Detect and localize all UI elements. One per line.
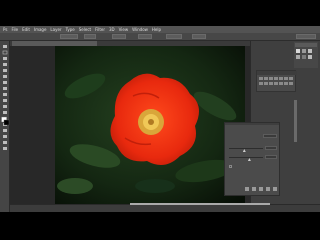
flower-photo (55, 46, 245, 204)
swatch-icon[interactable] (279, 77, 283, 80)
crop-icon[interactable] (3, 69, 7, 72)
swatch-icon[interactable] (289, 77, 293, 80)
stamp-icon[interactable] (3, 93, 7, 96)
menu-type[interactable]: Type (66, 26, 75, 33)
properties-panel (224, 122, 280, 196)
swatch-icon[interactable] (296, 55, 300, 59)
tools-icons (1, 45, 10, 150)
option-button[interactable] (84, 34, 96, 39)
swatch-icon[interactable] (259, 82, 263, 85)
option-button[interactable] (112, 34, 126, 39)
marquee-icon[interactable] (2, 50, 8, 55)
top-letterbox (0, 0, 320, 26)
menu-help[interactable]: Help (152, 26, 161, 33)
slider-value-field[interactable] (265, 146, 277, 150)
swatch-icon[interactable] (284, 82, 288, 85)
delete-icon[interactable] (273, 187, 277, 191)
quick-select-icon[interactable] (3, 63, 7, 66)
checkbox[interactable] (229, 165, 232, 168)
option-button[interactable] (138, 34, 152, 39)
eyedropper-icon[interactable] (3, 75, 7, 78)
path-select-icon[interactable] (3, 141, 7, 144)
eraser-icon[interactable] (3, 105, 7, 108)
option-button[interactable] (60, 34, 78, 39)
option-button[interactable] (166, 34, 182, 39)
panel-scrollbar[interactable] (294, 100, 297, 142)
background-color-swatch[interactable] (3, 119, 10, 126)
swatch-icon[interactable] (308, 49, 312, 53)
menu-select[interactable]: Select (79, 26, 91, 33)
options-bar (0, 33, 320, 41)
menu-window[interactable]: Window (132, 26, 148, 33)
swatch-icon[interactable] (259, 77, 263, 80)
pen-icon[interactable] (3, 129, 7, 132)
panel-footer-icons (245, 187, 277, 191)
swatch-icon[interactable] (264, 77, 268, 80)
adjustment-slider-handle[interactable] (242, 149, 246, 152)
preset-dropdown[interactable] (263, 134, 277, 138)
history-brush-icon[interactable] (3, 99, 7, 102)
swatch-icon[interactable] (289, 82, 293, 85)
menu-file[interactable]: File (11, 26, 18, 33)
menu-filter[interactable]: Filter (95, 26, 105, 33)
video-progress-bar[interactable] (130, 203, 270, 205)
swatch-icon[interactable] (269, 77, 273, 80)
swatch-icon[interactable] (279, 82, 283, 85)
adjustment-slider-track (229, 148, 263, 149)
photoshop-window: Ps File Edit Image Layer Type Select Fil… (0, 26, 320, 212)
workspace-switcher[interactable] (296, 34, 316, 39)
bottom-letterbox (0, 212, 320, 240)
menu-ps-logo[interactable]: Ps (3, 26, 7, 33)
adjustment-slider-handle[interactable] (247, 158, 251, 161)
brush-icon[interactable] (3, 87, 7, 90)
menu-3d[interactable]: 3D (109, 26, 115, 33)
swatch-icon[interactable] (308, 55, 312, 59)
tools-panel (0, 41, 10, 212)
healing-icon[interactable] (3, 81, 7, 84)
menu-bar: Ps File Edit Image Layer Type Select Fil… (0, 26, 320, 33)
swatch-icon[interactable] (284, 77, 288, 80)
swatch-icon[interactable] (274, 77, 278, 80)
clip-to-layer-icon[interactable] (245, 187, 249, 191)
color-panel (294, 42, 318, 68)
menu-layer[interactable]: Layer (50, 26, 61, 33)
lasso-icon[interactable] (3, 57, 7, 60)
canvas-area[interactable] (10, 46, 250, 204)
visibility-icon[interactable] (266, 187, 270, 191)
move-icon[interactable] (3, 45, 7, 48)
swatch-icon[interactable] (264, 82, 268, 85)
properties-panel-title (225, 123, 279, 125)
swatch-icon[interactable] (296, 49, 300, 53)
status-bar (10, 204, 320, 212)
swatch-icon[interactable] (274, 82, 278, 85)
swatch-icon[interactable] (302, 49, 306, 53)
gradient-icon[interactable] (3, 111, 7, 114)
shape-icon[interactable] (3, 147, 7, 150)
swatch-icon[interactable] (302, 55, 306, 59)
swatch-icon[interactable] (269, 82, 273, 85)
slider-value-field[interactable] (265, 155, 277, 159)
menu-edit[interactable]: Edit (22, 26, 30, 33)
adjustment-slider-track (229, 157, 263, 158)
type-icon[interactable] (3, 135, 7, 138)
view-previous-icon[interactable] (252, 187, 256, 191)
menu-image[interactable]: Image (34, 26, 47, 33)
menu-view[interactable]: View (119, 26, 129, 33)
swatches-panel (256, 70, 297, 92)
option-button[interactable] (192, 34, 206, 39)
reset-icon[interactable] (259, 187, 263, 191)
